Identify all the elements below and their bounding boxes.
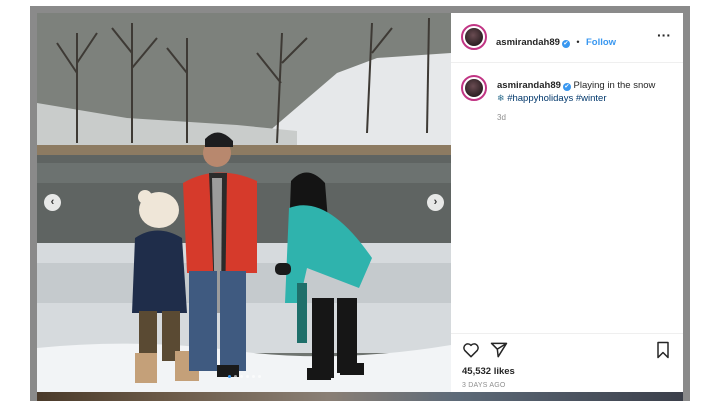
caption-timestamp: 3d bbox=[497, 113, 506, 122]
carousel-dot[interactable] bbox=[233, 375, 237, 378]
verified-badge-icon: ✔ bbox=[561, 40, 570, 48]
next-post-preview-strip bbox=[37, 392, 683, 401]
carousel-dot[interactable] bbox=[257, 375, 261, 378]
heart-outline-icon[interactable] bbox=[461, 340, 481, 360]
more-options-icon[interactable]: ··· bbox=[657, 27, 671, 43]
snowflake-icon: ❄ bbox=[497, 93, 505, 103]
post-side-panel: asmirandah89 ✔ • Follow ··· asmirandah89 ✔… bbox=[451, 13, 683, 392]
paper-plane-icon[interactable] bbox=[489, 340, 509, 360]
post-actions: 45,532 likes 3 DAYS AGO bbox=[451, 333, 683, 392]
post-author: asmirandah89 ✔ • Follow bbox=[496, 32, 616, 50]
post-header: asmirandah89 ✔ • Follow ··· bbox=[451, 13, 683, 63]
carousel-dot[interactable] bbox=[245, 375, 249, 378]
hashtag-link[interactable]: #happyholidays bbox=[507, 93, 573, 104]
caption-text: Playing in the snow bbox=[573, 80, 656, 91]
post-timestamp: 3 DAYS AGO bbox=[462, 382, 506, 389]
carousel-dot[interactable] bbox=[227, 375, 231, 378]
avatar[interactable] bbox=[461, 24, 487, 50]
post-caption: asmirandah89 ✔ Playing in the snow ❄ #hap… bbox=[497, 79, 677, 105]
post-photo[interactable]: ‹ › bbox=[37, 13, 451, 392]
carousel-dots bbox=[37, 365, 451, 383]
separator: • bbox=[576, 37, 580, 47]
follow-button[interactable]: Follow bbox=[586, 37, 616, 48]
photo-scene bbox=[37, 13, 451, 392]
carousel-next-button[interactable]: › bbox=[427, 194, 444, 211]
username-link[interactable]: asmirandah89 bbox=[496, 37, 560, 48]
carousel-dot[interactable] bbox=[239, 375, 243, 378]
carousel-prev-button[interactable]: ‹ bbox=[44, 194, 61, 211]
verified-badge-icon: ✔ bbox=[562, 83, 571, 91]
caption-username-link[interactable]: asmirandah89 bbox=[497, 80, 561, 91]
carousel-dot[interactable] bbox=[251, 375, 255, 378]
bookmark-icon[interactable] bbox=[653, 340, 673, 360]
likes-count[interactable]: 45,532 likes bbox=[462, 366, 515, 377]
hashtag-link[interactable]: #winter bbox=[576, 93, 607, 104]
caption-avatar[interactable] bbox=[461, 75, 487, 101]
